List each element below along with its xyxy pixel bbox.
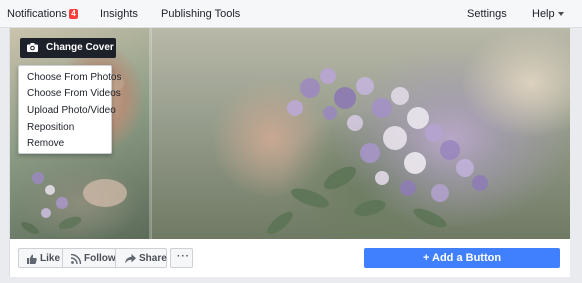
notifications-count-badge: 4 — [68, 9, 78, 19]
add-a-button-button[interactable]: + Add a Button — [364, 248, 560, 268]
change-cover-menu: Choose From Photos Choose From Videos Up… — [18, 65, 122, 154]
page-top-nav: Notifications 4 Insights Publishing Tools… — [0, 0, 582, 28]
more-options-label: ··· — [177, 251, 190, 262]
profile-photo-border — [149, 28, 152, 239]
camera-icon — [27, 43, 38, 52]
change-cover-label: Change Cover — [46, 42, 114, 53]
nav-notifications[interactable]: Notifications 4 — [7, 8, 78, 20]
menu-item-choose-from-videos[interactable]: Choose From Videos — [27, 88, 121, 99]
nav-settings[interactable]: Settings — [467, 8, 507, 20]
page-actions-bar: Like Follow Share ··· + Add a Button — [10, 239, 570, 277]
nav-help-label: Help — [532, 8, 555, 20]
menu-item-choose-from-photos[interactable]: Choose From Photos — [27, 72, 122, 83]
change-cover-button[interactable]: Change Cover — [20, 38, 116, 58]
share-arrow-icon — [125, 254, 136, 264]
nav-notifications-label: Notifications — [7, 8, 67, 20]
like-label: Like — [40, 253, 61, 264]
follow-button[interactable]: Follow — [62, 248, 116, 268]
like-button[interactable]: Like — [18, 248, 63, 268]
share-button[interactable]: Share — [115, 248, 167, 268]
menu-item-remove[interactable]: Remove — [27, 138, 64, 149]
menu-item-reposition[interactable]: Reposition — [27, 122, 74, 133]
follow-label: Follow — [84, 253, 116, 264]
more-options-button[interactable]: ··· — [170, 248, 193, 268]
nav-publishing-tools[interactable]: Publishing Tools — [161, 8, 240, 20]
nav-help[interactable]: Help — [532, 8, 564, 20]
thumbs-up-icon — [27, 254, 37, 264]
nav-insights[interactable]: Insights — [100, 8, 138, 20]
share-label: Share — [139, 253, 167, 264]
chevron-down-icon — [557, 12, 564, 16]
menu-item-upload-photo-video[interactable]: Upload Photo/Video — [27, 105, 116, 116]
rss-icon — [71, 254, 81, 264]
